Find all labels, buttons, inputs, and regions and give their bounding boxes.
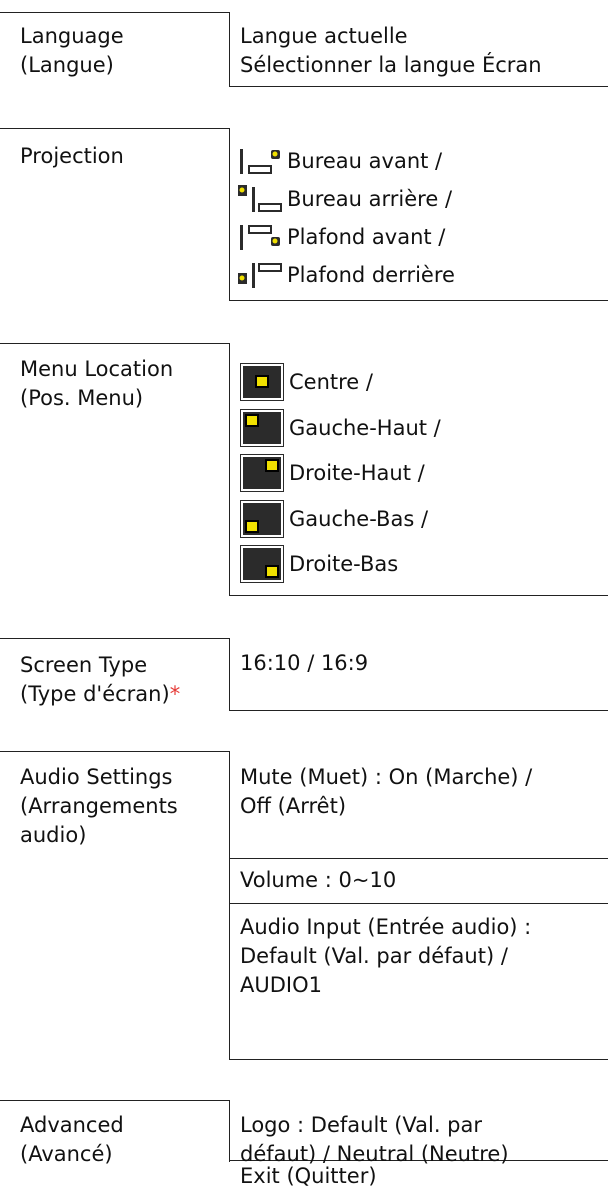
menu-location-option-label: Droite-Bas [289,552,399,576]
projection-option-label: Bureau arrière / [287,187,453,211]
projector-desktop-rear-icon [238,184,282,214]
section-divider [0,638,230,639]
exit-setting: Exit (Quitter) [240,1164,377,1188]
section-divider [0,1100,230,1101]
column-divider [229,1100,230,1162]
menu-location-option: Gauche-Haut / [240,408,441,448]
projection-option: Plafond avant / [238,222,445,252]
projection-option: Bureau arrière / [238,184,452,214]
section-divider [0,343,230,344]
menu-location-option-label: Droite-Haut / [289,461,425,485]
projection-option-label: Plafond derrière [287,263,455,287]
menu-position-bottom-left-icon [240,500,284,538]
advanced-label: Advanced (Avancé) [20,1113,124,1166]
logo-setting: Logo : Default (Val. par défaut) / Neutra… [240,1113,509,1166]
column-divider [229,638,230,711]
screen-type-value: 16:10 / 16:9 [240,651,369,675]
mute-setting: Mute (Muet) : On (Marche) / Off (Arrêt) [240,765,533,818]
row-divider [229,86,608,87]
section-divider [0,751,230,752]
menu-location-option: Gauche-Bas / [240,499,428,539]
row-divider [229,300,608,301]
row-divider [229,858,608,859]
row-divider [229,595,608,596]
projection-option: Plafond derrière [238,260,455,290]
menu-position-bottom-right-icon [240,545,284,583]
menu-location-option-label: Gauche-Bas / [289,507,429,531]
projection-label: Projection [20,144,124,168]
menu-location-option: Droite-Bas [240,544,398,584]
menu-location-option-label: Centre / [289,370,373,394]
projection-option-label: Bureau avant / [287,149,443,173]
projector-ceiling-front-icon [238,222,282,252]
menu-location-label: Menu Location (Pos. Menu) [20,357,174,410]
projector-desktop-front-icon [238,146,282,176]
menu-position-top-right-icon [240,454,284,492]
column-divider [229,751,230,1060]
menu-location-option: Centre / [240,362,373,402]
projector-ceiling-rear-icon [238,260,282,290]
screen-type-label: Screen Type (Type d'écran)* [20,653,181,706]
required-asterisk: * [169,682,181,706]
section-divider [0,12,230,13]
row-divider [229,1059,608,1060]
menu-position-top-left-icon [240,409,284,447]
language-label: Language (Langue) [20,24,124,77]
column-divider [229,12,230,87]
audio-input-setting: Audio Input (Entrée audio) : Default (Val… [240,915,532,997]
row-divider [229,903,608,904]
menu-location-option-label: Gauche-Haut / [289,416,441,440]
volume-setting: Volume : 0~10 [240,868,397,892]
projection-option-label: Plafond avant / [287,225,446,249]
projection-option: Bureau avant / [238,146,442,176]
language-values: Langue actuelle Sélectionner la langue Éc… [240,24,542,77]
menu-position-center-icon [240,363,284,401]
column-divider [229,343,230,596]
audio-settings-label: Audio Settings (Arrangements audio) [20,765,178,847]
menu-location-option: Droite-Haut / [240,453,425,493]
row-divider [229,710,608,711]
section-divider [0,128,230,129]
column-divider [229,128,230,301]
